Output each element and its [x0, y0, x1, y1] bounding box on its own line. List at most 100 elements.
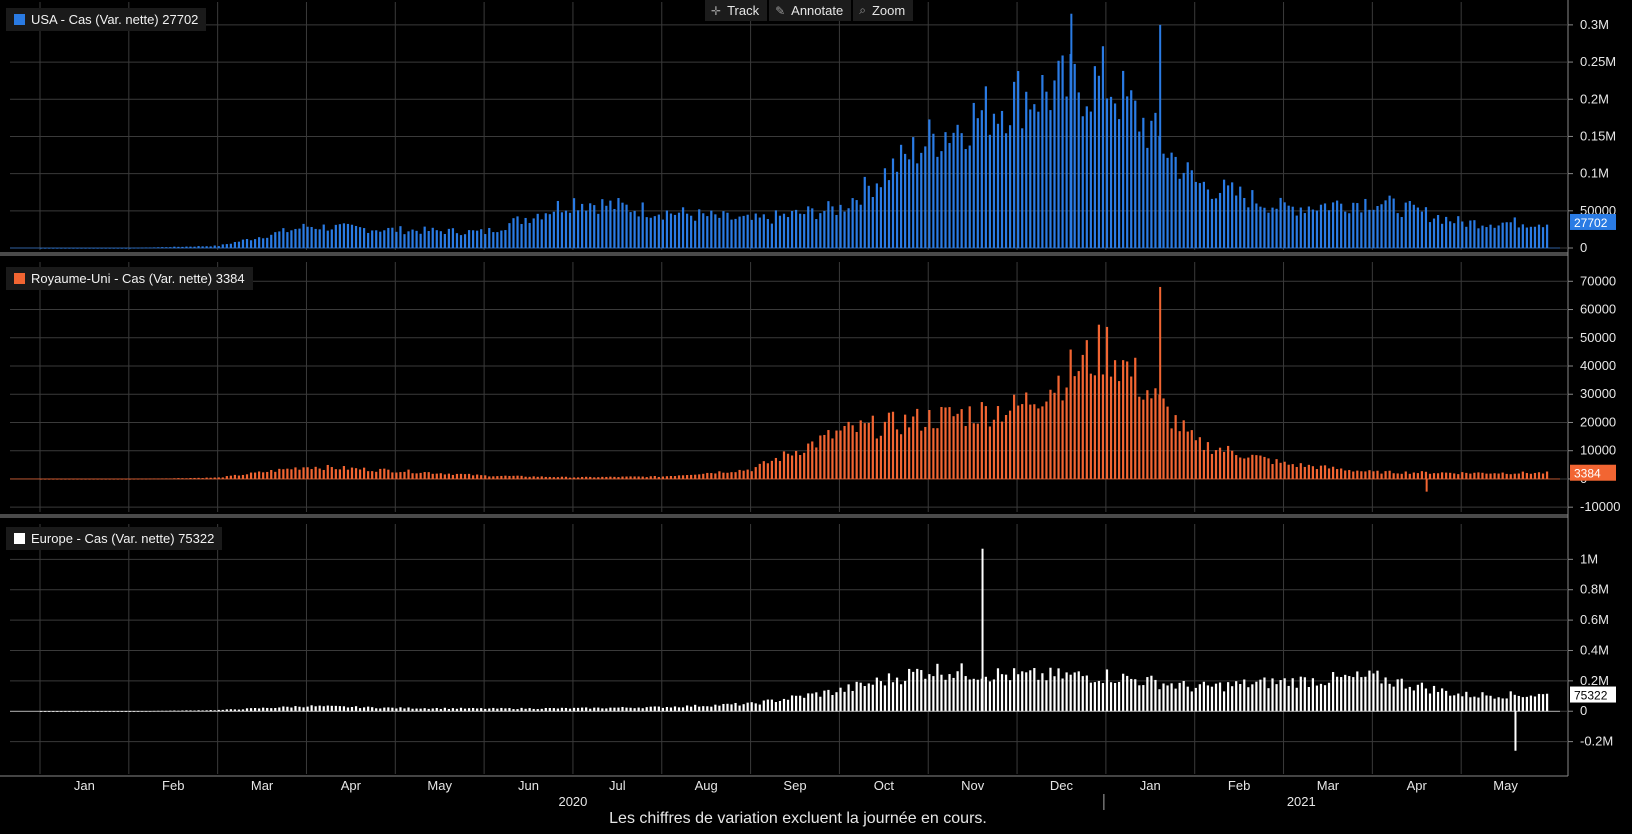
bar: [621, 202, 624, 248]
bar: [476, 230, 479, 248]
bar: [730, 472, 733, 479]
bar: [601, 708, 604, 712]
bar: [1113, 682, 1117, 712]
bar: [459, 235, 463, 248]
bar: [407, 469, 410, 479]
bar: [1352, 677, 1355, 712]
bar: [593, 205, 596, 248]
footnote: Les chiffres de variation excluent la jo…: [609, 810, 987, 827]
bar: [722, 703, 725, 712]
bar: [504, 475, 507, 479]
bar: [383, 468, 386, 479]
bar: [330, 229, 333, 248]
bar: [920, 430, 923, 479]
bar: [649, 706, 652, 712]
legend-europe[interactable]: Europe - Cas (Var. nette) 75322: [6, 527, 223, 550]
bar: [839, 204, 842, 248]
bar: [1081, 354, 1084, 479]
bar: [1384, 677, 1387, 712]
bar: [1057, 60, 1060, 248]
bar: [916, 163, 919, 248]
bar: [637, 707, 640, 712]
bar: [1315, 469, 1319, 479]
bar: [1428, 222, 1432, 248]
bar: [1541, 227, 1545, 248]
bar: [1004, 414, 1008, 479]
bar: [1279, 680, 1282, 712]
bar: [645, 217, 648, 248]
bar: [1097, 680, 1101, 712]
bar: [1045, 91, 1048, 249]
bar: [734, 218, 737, 248]
bar: [714, 214, 717, 248]
bar: [399, 707, 402, 712]
bar: [883, 685, 887, 712]
bar: [891, 682, 895, 712]
bar: [718, 471, 721, 479]
bar: [924, 426, 927, 479]
bar: [585, 707, 588, 712]
legend-usa[interactable]: USA - Cas (Var. nette) 27702: [6, 8, 207, 31]
bar: [924, 146, 927, 248]
bar: [782, 213, 786, 248]
bar: [516, 475, 519, 479]
bar: [843, 691, 846, 712]
bar: [1105, 669, 1109, 712]
bar: [508, 475, 511, 479]
bar: [286, 468, 289, 479]
bar: [1352, 471, 1355, 479]
bar: [270, 708, 273, 712]
bar: [358, 227, 362, 248]
bar: [1025, 91, 1028, 248]
bar: [1081, 116, 1084, 248]
track-button[interactable]: ✛ Track: [705, 0, 768, 21]
bar: [960, 409, 963, 479]
x-tick-label: Jan: [1140, 778, 1161, 793]
bar: [823, 434, 826, 479]
bar: [367, 232, 370, 248]
bar: [427, 472, 430, 479]
bar: [1271, 464, 1274, 479]
bar: [1465, 226, 1468, 248]
bar: [1126, 361, 1129, 479]
bar: [1473, 220, 1476, 248]
bar: [992, 419, 996, 479]
bar: [1267, 212, 1270, 248]
bar: [1505, 473, 1508, 479]
bar: [1497, 697, 1500, 712]
bar: [1053, 80, 1056, 249]
bar: [1469, 473, 1472, 479]
bar: [1445, 690, 1448, 712]
bar: [1303, 466, 1306, 479]
x-tick-label: Mar: [251, 778, 274, 793]
bar: [734, 472, 737, 479]
bar: [1537, 693, 1541, 712]
zoom-button[interactable]: ⌕ Zoom: [853, 0, 914, 21]
bar: [1174, 156, 1177, 248]
bar: [1327, 682, 1331, 712]
bar: [1210, 198, 1214, 248]
bar: [1319, 465, 1323, 479]
bar: [657, 214, 660, 248]
bar: [1384, 471, 1387, 479]
bar: [936, 428, 939, 479]
bar: [944, 407, 947, 479]
bar: [734, 702, 737, 712]
bar: [597, 213, 600, 248]
bar: [1251, 454, 1254, 479]
bar: [984, 86, 987, 249]
legend-uk[interactable]: Royaume-Uni - Cas (Var. nette) 3384: [6, 267, 253, 290]
bar: [266, 237, 269, 248]
bar: [379, 468, 382, 479]
bar: [714, 473, 717, 479]
bar: [1033, 668, 1036, 712]
bar: [1170, 428, 1173, 479]
bar: [1299, 676, 1302, 712]
bar: [831, 206, 834, 248]
legend-swatch-uk: [14, 273, 25, 284]
annotate-button[interactable]: ✎ Annotate: [769, 0, 852, 21]
bar: [302, 707, 305, 712]
bar: [1279, 197, 1282, 248]
bar: [980, 402, 983, 479]
bar: [593, 707, 596, 712]
